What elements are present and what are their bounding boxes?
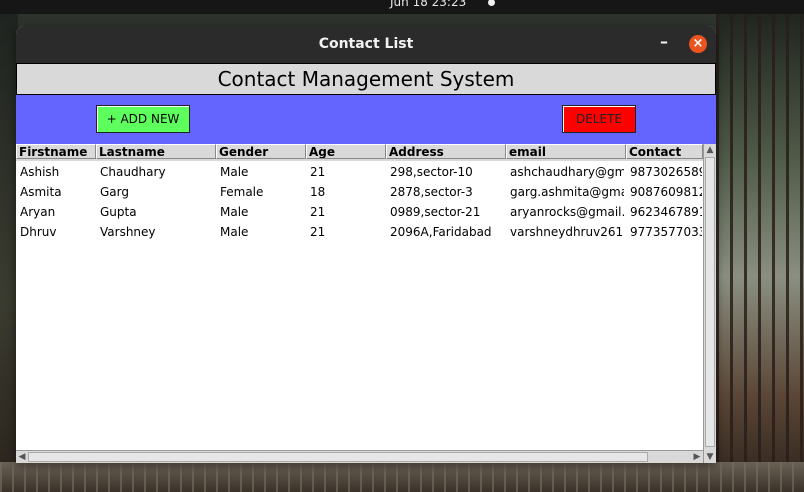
scroll-right-icon[interactable]: ▶ bbox=[692, 452, 702, 462]
table-body: Ashish Chaudhary Male 21 298,sector-10 a… bbox=[16, 162, 703, 242]
scroll-up-icon[interactable]: ▲ bbox=[705, 145, 715, 155]
cell-firstname: Asmita bbox=[20, 185, 62, 199]
table-header-row: Firstname Lastname Gender Age Address em… bbox=[16, 144, 703, 161]
delete-button[interactable]: DELETE bbox=[562, 105, 636, 133]
scroll-down-icon[interactable]: ▼ bbox=[705, 452, 715, 462]
scroll-left-icon[interactable]: ◀ bbox=[17, 452, 27, 462]
cell-gender: Male bbox=[220, 225, 249, 239]
cell-email: ashchaudhary@gma bbox=[510, 165, 624, 179]
column-header-age[interactable]: Age bbox=[306, 144, 386, 159]
notification-dot-icon bbox=[488, 0, 495, 6]
add-new-button[interactable]: + ADD NEW bbox=[96, 105, 190, 133]
column-header-contact[interactable]: Contact bbox=[626, 144, 703, 159]
system-clock[interactable]: Jun 18 23:23 bbox=[390, 0, 466, 9]
minimize-icon[interactable]: – bbox=[656, 32, 672, 52]
cell-firstname: Aryan bbox=[20, 205, 56, 219]
window-titlebar[interactable]: Contact List – × bbox=[16, 26, 716, 63]
cell-firstname: Ashish bbox=[20, 165, 60, 179]
table-row[interactable]: Ashish Chaudhary Male 21 298,sector-10 a… bbox=[16, 162, 703, 182]
table-row[interactable]: Asmita Garg Female 18 2878,sector-3 garg… bbox=[16, 182, 703, 202]
page-title: Contact Management System bbox=[16, 63, 716, 95]
system-top-bar: Jun 18 23:23 bbox=[0, 0, 804, 14]
table-row[interactable]: Dhruv Varshney Male 21 2096A,Faridabad v… bbox=[16, 222, 703, 242]
cell-contact: 9087609812 bbox=[630, 185, 702, 199]
cell-lastname: Garg bbox=[100, 185, 129, 199]
column-header-gender[interactable]: Gender bbox=[216, 144, 306, 159]
cell-address: 2878,sector-3 bbox=[390, 185, 473, 199]
cell-gender: Male bbox=[220, 205, 249, 219]
cell-address: 2096A,Faridabad bbox=[390, 225, 492, 239]
cell-email: aryanrocks@gmail.c bbox=[510, 205, 624, 219]
window-title: Contact List bbox=[318, 36, 414, 52]
cell-age: 21 bbox=[310, 165, 326, 179]
cell-contact: 9773577033 bbox=[630, 225, 702, 239]
table-row[interactable]: Aryan Gupta Male 21 0989,sector-21 aryan… bbox=[16, 202, 703, 222]
cell-age: 21 bbox=[310, 205, 326, 219]
cell-lastname: Gupta bbox=[100, 205, 137, 219]
contacts-table[interactable]: Firstname Lastname Gender Age Address em… bbox=[16, 144, 703, 450]
cell-email: garg.ashmita@gmail bbox=[510, 185, 624, 199]
vertical-scrollbar[interactable]: ▲ ▼ bbox=[703, 144, 716, 463]
toolbar: + ADD NEW DELETE bbox=[16, 95, 716, 144]
column-header-email[interactable]: email bbox=[506, 144, 626, 159]
desktop-background-bottom bbox=[0, 462, 804, 492]
column-header-lastname[interactable]: Lastname bbox=[96, 144, 216, 159]
cell-firstname: Dhruv bbox=[20, 225, 57, 239]
cell-lastname: Varshney bbox=[100, 225, 156, 239]
close-icon[interactable]: × bbox=[689, 35, 707, 53]
contact-list-window: Contact List – × Contact Management Syst… bbox=[16, 26, 716, 463]
horizontal-scroll-thumb[interactable] bbox=[28, 452, 648, 462]
column-header-firstname[interactable]: Firstname bbox=[16, 144, 96, 159]
cell-gender: Male bbox=[220, 165, 249, 179]
cell-age: 21 bbox=[310, 225, 326, 239]
column-header-address[interactable]: Address bbox=[386, 144, 506, 159]
horizontal-scrollbar[interactable]: ◀ ▶ bbox=[16, 450, 703, 463]
cell-age: 18 bbox=[310, 185, 326, 199]
cell-contact: 9873026589 bbox=[630, 165, 702, 179]
cell-contact: 9623467891 bbox=[630, 205, 702, 219]
desktop-background-right bbox=[716, 14, 804, 492]
cell-address: 298,sector-10 bbox=[390, 165, 473, 179]
cell-address: 0989,sector-21 bbox=[390, 205, 481, 219]
vertical-scroll-thumb[interactable] bbox=[705, 157, 715, 447]
cell-gender: Female bbox=[220, 185, 264, 199]
cell-lastname: Chaudhary bbox=[100, 165, 166, 179]
cell-email: varshneydhruv2612( bbox=[510, 225, 624, 239]
